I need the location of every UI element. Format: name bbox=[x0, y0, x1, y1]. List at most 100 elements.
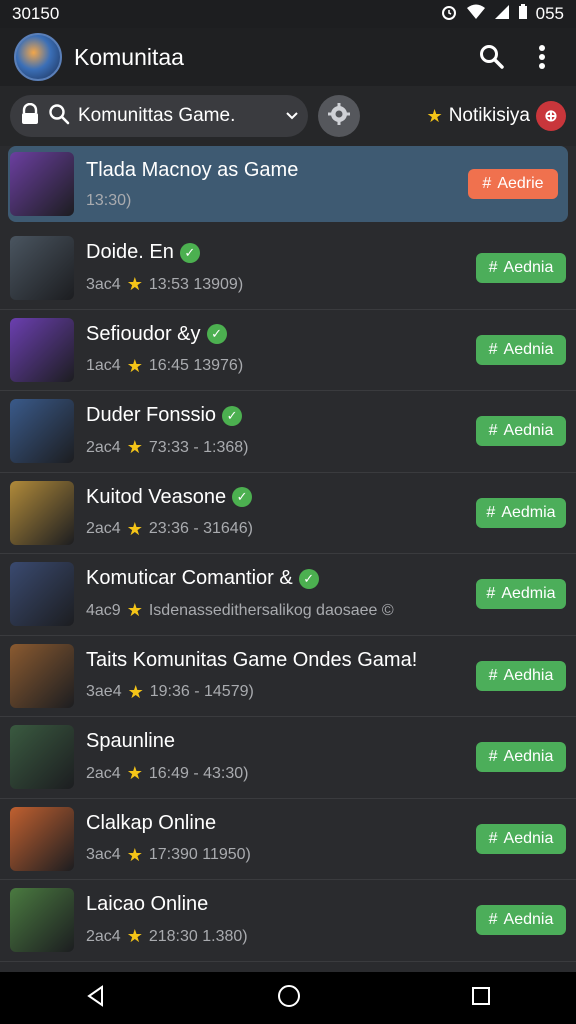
join-button[interactable]: # Aedhia bbox=[476, 660, 566, 691]
game-thumbnail bbox=[10, 236, 74, 301]
list-item-title: Taits Komunitas Game Ondes Gama! bbox=[86, 649, 476, 672]
join-button[interactable]: # Aednia bbox=[476, 416, 566, 447]
join-button[interactable]: # Aedrie bbox=[468, 169, 558, 199]
hash-icon: # bbox=[486, 503, 496, 521]
app-bar: Komunitaa bbox=[0, 28, 576, 86]
list-item-body: Kuitod Veasone ✓ 2ac4 ★ 23:36 - 31646) bbox=[86, 486, 476, 540]
list-item-title: Kuitod Veasone ✓ bbox=[86, 486, 476, 509]
list-item-stats: 13:53 13909) bbox=[148, 275, 244, 293]
wifi-icon bbox=[466, 4, 486, 25]
list-item-title: Laicao Online bbox=[86, 893, 476, 916]
star-icon: ★ bbox=[126, 518, 143, 539]
list-item-players: 2ac4 bbox=[86, 520, 121, 538]
list-item-players: 1ac4 bbox=[86, 357, 121, 375]
list-item-title: Sefioudor &y ✓ bbox=[86, 323, 476, 346]
search-icon[interactable] bbox=[472, 37, 512, 77]
list-item-players: 3ac4 bbox=[86, 275, 121, 293]
join-button[interactable]: # Aednia bbox=[476, 253, 566, 284]
list-item-meta: 13:30) bbox=[86, 192, 468, 210]
star-icon: ★ bbox=[126, 600, 143, 621]
join-button[interactable]: # Aednia bbox=[476, 823, 566, 854]
list-item-meta: 2ac4 ★ 218:30 1.380) bbox=[86, 926, 476, 947]
game-thumbnail bbox=[10, 152, 74, 216]
list-item-title-text: Clalkap Online bbox=[86, 811, 217, 834]
hash-icon: # bbox=[488, 259, 498, 277]
join-button[interactable]: # Aedmia bbox=[476, 579, 566, 610]
list-item-players: 2ac4 bbox=[86, 764, 121, 782]
hash-icon: # bbox=[488, 911, 498, 929]
list-item-body: Taits Komunitas Game Ondes Gama! 3ae4 ★ 19:… bbox=[86, 649, 476, 703]
list-item-players: 2ac4 bbox=[86, 438, 121, 456]
game-thumbnail bbox=[10, 725, 74, 790]
list-item-meta: 2ac4 ★ 16:49 - 43:30) bbox=[86, 763, 476, 784]
list-item[interactable]: Taits Komunitas Game Ondes Gama! 3ae4 ★ 19:… bbox=[0, 636, 576, 717]
hash-icon: # bbox=[488, 340, 498, 358]
game-thumbnail bbox=[10, 399, 74, 464]
list-item-meta: 3ac4 ★ 17:390 11950) bbox=[86, 845, 476, 866]
join-button[interactable]: # Aedmia bbox=[476, 497, 566, 528]
verified-icon: ✓ bbox=[222, 405, 243, 426]
signal-icon bbox=[494, 4, 510, 25]
star-icon: ★ bbox=[426, 105, 443, 126]
list-item[interactable]: Doide. En ✓ 3ac4 ★ 13:53 13909) # Aednia bbox=[0, 228, 576, 310]
list-item-meta: 2ac4 ★ 23:36 - 31646) bbox=[86, 519, 476, 540]
recents-icon[interactable] bbox=[471, 986, 491, 1011]
list-item[interactable]: Kuitod Veasone ✓ 2ac4 ★ 23:36 - 31646) # Aedmi… bbox=[0, 473, 576, 554]
list-item-stats: 73:33 - 1:368) bbox=[148, 438, 249, 456]
back-icon[interactable] bbox=[85, 984, 107, 1012]
system-nav-bar bbox=[0, 972, 576, 1024]
join-button[interactable]: # Aednia bbox=[476, 905, 566, 936]
more-vert-icon[interactable] bbox=[522, 37, 562, 77]
list-item-title-text: Sefioudor &y bbox=[86, 322, 201, 345]
list-item-title-text: Doide. En bbox=[86, 241, 174, 264]
chevron-down-icon[interactable] bbox=[286, 107, 298, 125]
list-item-body: Spaunline 2ac4 ★ 16:49 - 43:30) bbox=[86, 730, 476, 784]
list-item-stats: 19:36 - 14579) bbox=[149, 683, 254, 701]
status-icons: 055 bbox=[440, 3, 564, 26]
community-search[interactable]: Komunittas Game. bbox=[10, 95, 308, 137]
notifications[interactable]: ★ Notikisiya ⊕ bbox=[370, 101, 566, 131]
list-item-stats: 23:36 - 31646) bbox=[148, 520, 253, 538]
list-item[interactable]: Spaunline 2ac4 ★ 16:49 - 43:30) # Aednia bbox=[0, 717, 576, 799]
join-button[interactable]: # Aednia bbox=[476, 334, 566, 365]
settings-button[interactable] bbox=[318, 95, 360, 137]
list-item[interactable]: Komuticar Comantior & ✓ 4ac9 ★ Isdenassedith… bbox=[0, 554, 576, 636]
hash-icon: # bbox=[488, 748, 498, 766]
list-item-stats: 218:30 1.380) bbox=[148, 927, 248, 945]
list-item[interactable]: Tlada Macnoy as Game 13:30) # Aedrie bbox=[8, 146, 568, 222]
community-list: Tlada Macnoy as Game 13:30) # Aedrie Doide. … bbox=[0, 146, 576, 962]
hash-icon: # bbox=[486, 585, 496, 603]
list-item-meta: 3ac4 ★ 13:53 13909) bbox=[86, 274, 476, 295]
list-item-body: Komuticar Comantior & ✓ 4ac9 ★ Isdenassedith… bbox=[86, 567, 476, 621]
list-item[interactable]: Clalkap Online 3ac4 ★ 17:390 11950) # Aednia bbox=[0, 799, 576, 880]
list-item-stats: 16:49 - 43:30) bbox=[148, 764, 249, 782]
list-item[interactable]: Laicao Online 2ac4 ★ 218:30 1.380) # Aednia bbox=[0, 880, 576, 962]
list-item-title-text: Duder Fonssio bbox=[86, 404, 217, 427]
list-item-title-text: Komuticar Comantior & bbox=[86, 567, 293, 590]
alarm-icon bbox=[440, 3, 458, 26]
verified-icon: ✓ bbox=[232, 487, 253, 508]
game-thumbnail bbox=[10, 806, 74, 871]
status-bar: 30150 055 bbox=[0, 0, 576, 28]
list-item-title-text: Kuitod Veasone bbox=[86, 485, 227, 508]
list-item-body: Laicao Online 2ac4 ★ 218:30 1.380) bbox=[86, 893, 476, 947]
home-icon[interactable] bbox=[277, 984, 301, 1013]
list-item-title: Spaunline bbox=[86, 730, 476, 753]
star-icon: ★ bbox=[127, 681, 144, 702]
join-button[interactable]: # Aednia bbox=[476, 742, 566, 773]
list-item-title-text: Spaunline bbox=[86, 730, 175, 753]
hash-icon: # bbox=[482, 175, 492, 192]
star-icon: ★ bbox=[126, 437, 143, 458]
game-thumbnail bbox=[10, 480, 74, 545]
list-item-title: Doide. En ✓ bbox=[86, 241, 476, 264]
list-item[interactable]: Sefioudor &y ✓ 1ac4 ★ 16:45 13976) # Aednia bbox=[0, 310, 576, 391]
list-item[interactable]: Duder Fonssio ✓ 2ac4 ★ 73:33 - 1:368) # Aednia bbox=[0, 391, 576, 473]
gear-icon bbox=[327, 102, 351, 131]
list-item-body: Doide. En ✓ 3ac4 ★ 13:53 13909) bbox=[86, 241, 476, 295]
game-thumbnail bbox=[10, 317, 74, 382]
list-item-title-text: Tlada Macnoy as Game bbox=[86, 158, 299, 181]
list-item-title: Tlada Macnoy as Game bbox=[86, 159, 468, 182]
list-item-title-text: Laicao Online bbox=[86, 893, 209, 916]
hash-icon: # bbox=[488, 829, 498, 847]
list-item-meta: 2ac4 ★ 73:33 - 1:368) bbox=[86, 437, 476, 458]
